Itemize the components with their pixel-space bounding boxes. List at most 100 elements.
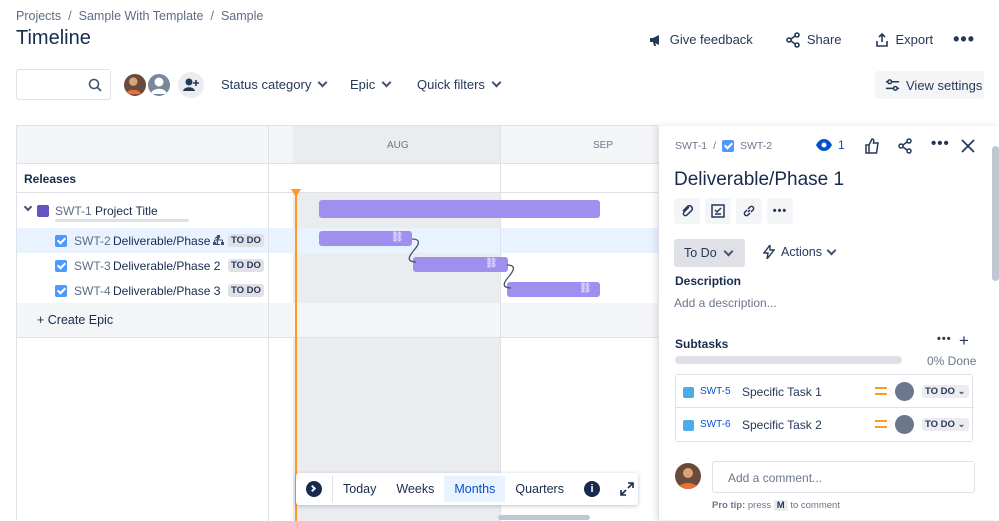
subtask-title[interactable]: Specific Task 1 bbox=[742, 385, 822, 399]
subtask-icon bbox=[683, 420, 694, 431]
weeks-button[interactable]: Weeks bbox=[386, 476, 444, 502]
task-icon bbox=[55, 285, 67, 297]
releases-label: Releases bbox=[24, 172, 77, 186]
issue-detail-panel: SWT-1 / SWT-2 1 ••• Deliverable/Phase 1 … bbox=[658, 126, 999, 520]
view-settings-button[interactable]: View settings bbox=[875, 71, 984, 99]
today-button[interactable]: Today bbox=[332, 476, 386, 502]
chevron-down-icon bbox=[723, 246, 734, 256]
header-actions: Give feedback Share Export ••• bbox=[632, 29, 979, 50]
info-button[interactable]: i bbox=[574, 476, 610, 502]
more-icon: ••• bbox=[772, 205, 788, 217]
lightning-icon bbox=[763, 245, 775, 259]
watch-button[interactable]: 1 bbox=[816, 138, 845, 152]
create-epic-row[interactable]: + Create Epic bbox=[17, 303, 659, 338]
status-badge[interactable]: TO DO bbox=[228, 234, 264, 247]
month-label: SEP bbox=[593, 140, 614, 151]
panel-scrollbar[interactable] bbox=[992, 146, 999, 281]
actions-dropdown[interactable]: Actions bbox=[763, 245, 837, 259]
releases-row: Releases bbox=[17, 164, 659, 193]
keyboard-shortcut: M bbox=[773, 500, 788, 511]
avatar[interactable] bbox=[122, 72, 148, 98]
issue-bar[interactable]: ⛓ bbox=[507, 282, 600, 297]
task-icon bbox=[722, 140, 735, 152]
breadcrumb-sample[interactable]: Sample bbox=[221, 9, 263, 23]
issue-key[interactable]: SWT-4 bbox=[74, 284, 111, 298]
parent-issue-link[interactable]: SWT-1 bbox=[675, 140, 707, 152]
export-button[interactable]: Export bbox=[858, 30, 950, 50]
issue-row[interactable]: SWT-3 Deliverable/Phase 2 TO DO bbox=[17, 253, 659, 278]
avatar-unassigned[interactable] bbox=[146, 72, 172, 98]
subtask-title[interactable]: Specific Task 2 bbox=[742, 418, 822, 432]
epic-title: Project Title bbox=[95, 204, 158, 218]
epic-filter-label: Epic bbox=[350, 77, 376, 92]
expand-panel-button[interactable] bbox=[296, 476, 332, 502]
issue-title: Deliverable/Phase 2 bbox=[113, 259, 221, 273]
link-icon bbox=[743, 205, 755, 217]
issue-title: Deliverable/Phase 1 bbox=[113, 234, 221, 248]
add-people-button[interactable] bbox=[178, 72, 204, 98]
list-header bbox=[17, 126, 268, 164]
create-epic-button[interactable]: + Create Epic bbox=[37, 313, 113, 327]
issue-key-link[interactable]: SWT-2 bbox=[740, 140, 772, 152]
search-input[interactable] bbox=[16, 69, 111, 100]
progress-text: 0% Done bbox=[927, 354, 977, 368]
page-title: Timeline bbox=[16, 27, 91, 49]
assignee-avatar[interactable] bbox=[895, 382, 914, 401]
subtask-key[interactable]: SWT-5 bbox=[700, 386, 731, 397]
zoom-controls: Today Weeks Months Quarters i bbox=[296, 473, 638, 505]
description-field[interactable]: Add a description... bbox=[674, 296, 777, 310]
description-heading: Description bbox=[675, 274, 742, 288]
months-button[interactable]: Months bbox=[444, 476, 506, 502]
comment-input[interactable]: Add a comment... bbox=[712, 461, 975, 493]
issue-key[interactable]: SWT-3 bbox=[74, 259, 111, 273]
more-actions-button[interactable]: ••• bbox=[767, 198, 793, 224]
chevron-down-icon bbox=[381, 77, 392, 88]
link-issue-button[interactable] bbox=[736, 198, 762, 224]
status-badge[interactable]: TO DO bbox=[228, 259, 264, 272]
pro-tip-label: Pro tip: bbox=[712, 500, 746, 511]
quick-filters-filter[interactable]: Quick filters bbox=[417, 77, 502, 92]
add-subtask-icon[interactable]: + bbox=[959, 331, 969, 351]
fullscreen-button[interactable] bbox=[610, 476, 644, 502]
assignee-avatar[interactable] bbox=[895, 415, 914, 434]
horizontal-scrollbar[interactable] bbox=[498, 515, 590, 520]
person-icon bbox=[151, 77, 167, 94]
epic-filter[interactable]: Epic bbox=[350, 77, 392, 92]
subtask-key[interactable]: SWT-6 bbox=[700, 419, 731, 430]
status-category-filter[interactable]: Status category bbox=[221, 77, 328, 92]
breadcrumb-sample-with-template[interactable]: Sample With Template bbox=[79, 9, 204, 23]
share-icon[interactable] bbox=[897, 138, 913, 154]
actions-label: Actions bbox=[781, 245, 822, 259]
pro-tip-press: press bbox=[747, 500, 772, 511]
attach-button[interactable] bbox=[674, 198, 700, 224]
epic-key[interactable]: SWT-1 bbox=[55, 204, 92, 218]
subtask-row[interactable]: SWT-6 Specific Task 2 TO DO ⌄ bbox=[676, 408, 974, 441]
search-icon bbox=[88, 78, 102, 92]
column-divider bbox=[268, 126, 269, 521]
status-badge[interactable]: TO DO bbox=[228, 284, 264, 297]
thumbs-up-icon[interactable] bbox=[864, 138, 880, 154]
subtask-status[interactable]: TO DO ⌄ bbox=[922, 418, 969, 431]
chevron-right-icon bbox=[306, 481, 322, 497]
subtask-row[interactable]: SWT-5 Specific Task 1 TO DO ⌄ bbox=[676, 375, 974, 408]
more-actions-icon[interactable]: ••• bbox=[949, 29, 979, 50]
add-subtask-button[interactable] bbox=[705, 198, 731, 224]
share-button[interactable]: Share bbox=[769, 30, 858, 50]
chevron-down-icon[interactable] bbox=[23, 202, 33, 212]
expand-icon bbox=[620, 482, 634, 496]
close-icon[interactable] bbox=[961, 139, 975, 153]
issue-key[interactable]: SWT-2 bbox=[74, 234, 111, 248]
share-icon bbox=[786, 31, 800, 48]
epic-progress-bar bbox=[55, 219, 189, 222]
issue-title[interactable]: Deliverable/Phase 1 bbox=[674, 169, 844, 191]
create-epic-label: Create Epic bbox=[47, 313, 114, 327]
epic-bar[interactable] bbox=[319, 200, 600, 218]
status-dropdown[interactable]: To Do bbox=[674, 239, 745, 267]
breadcrumb-projects[interactable]: Projects bbox=[16, 9, 61, 23]
issue-title: Deliverable/Phase 3 bbox=[113, 284, 221, 298]
give-feedback-button[interactable]: Give feedback bbox=[632, 30, 769, 50]
subtask-status[interactable]: TO DO ⌄ bbox=[922, 385, 969, 398]
more-icon[interactable]: ••• bbox=[927, 135, 954, 152]
quarters-button[interactable]: Quarters bbox=[505, 476, 574, 502]
subtasks-more-icon[interactable]: ••• bbox=[937, 333, 952, 345]
